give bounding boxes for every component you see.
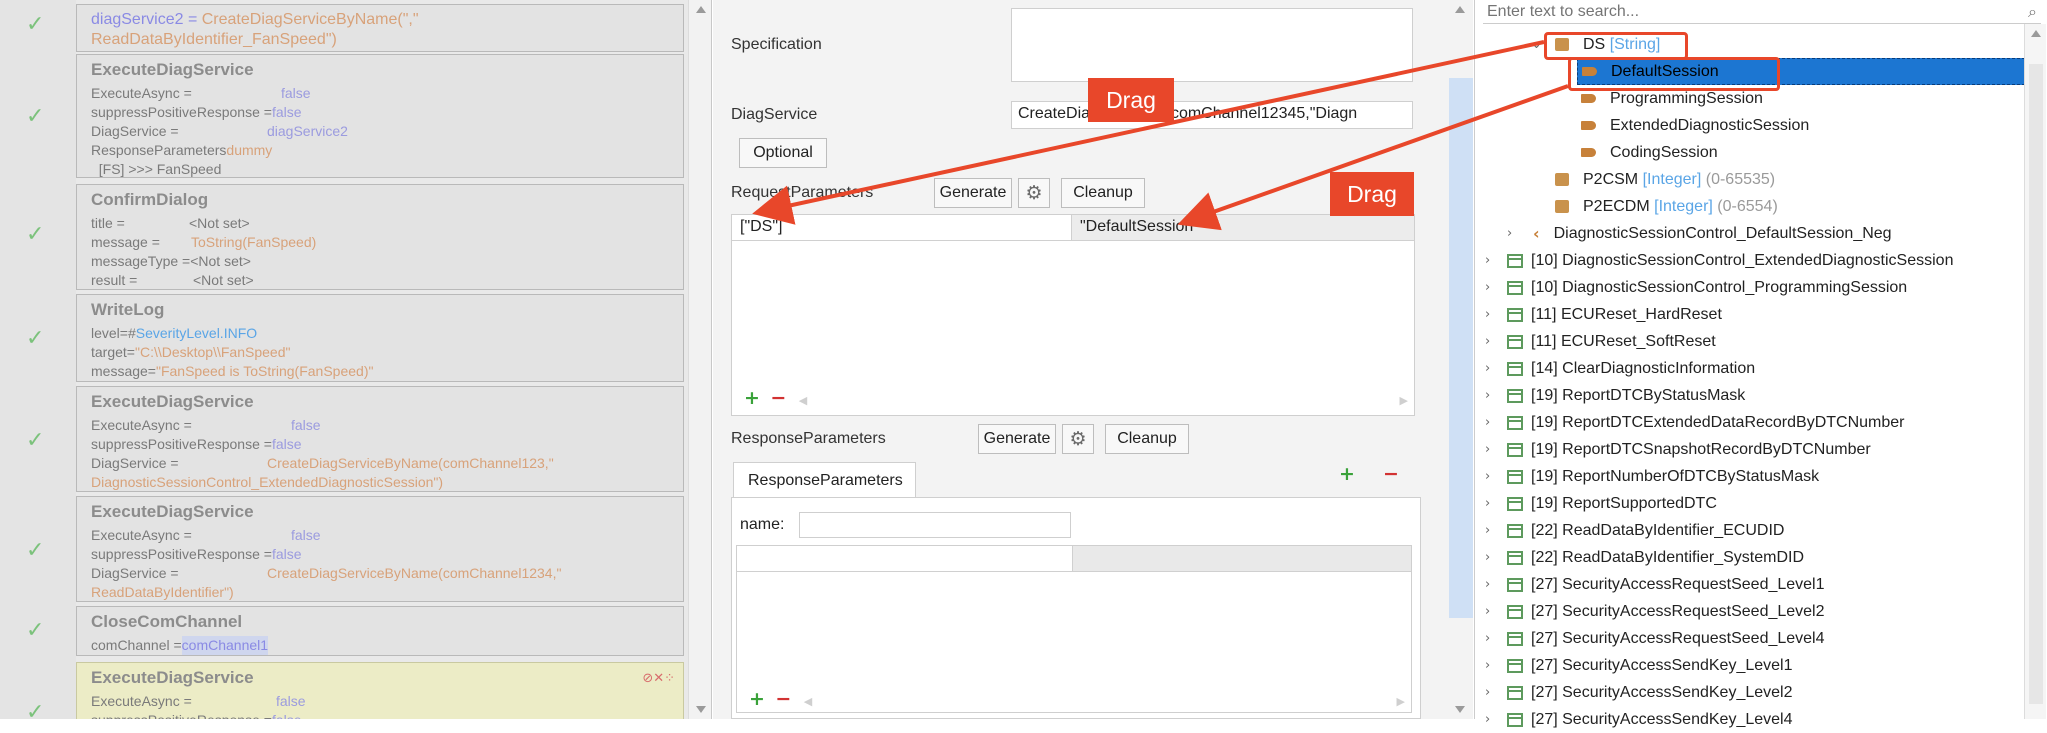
drag-arrow-ds (752, 40, 1545, 225)
drag-arrows (752, 40, 1569, 231)
